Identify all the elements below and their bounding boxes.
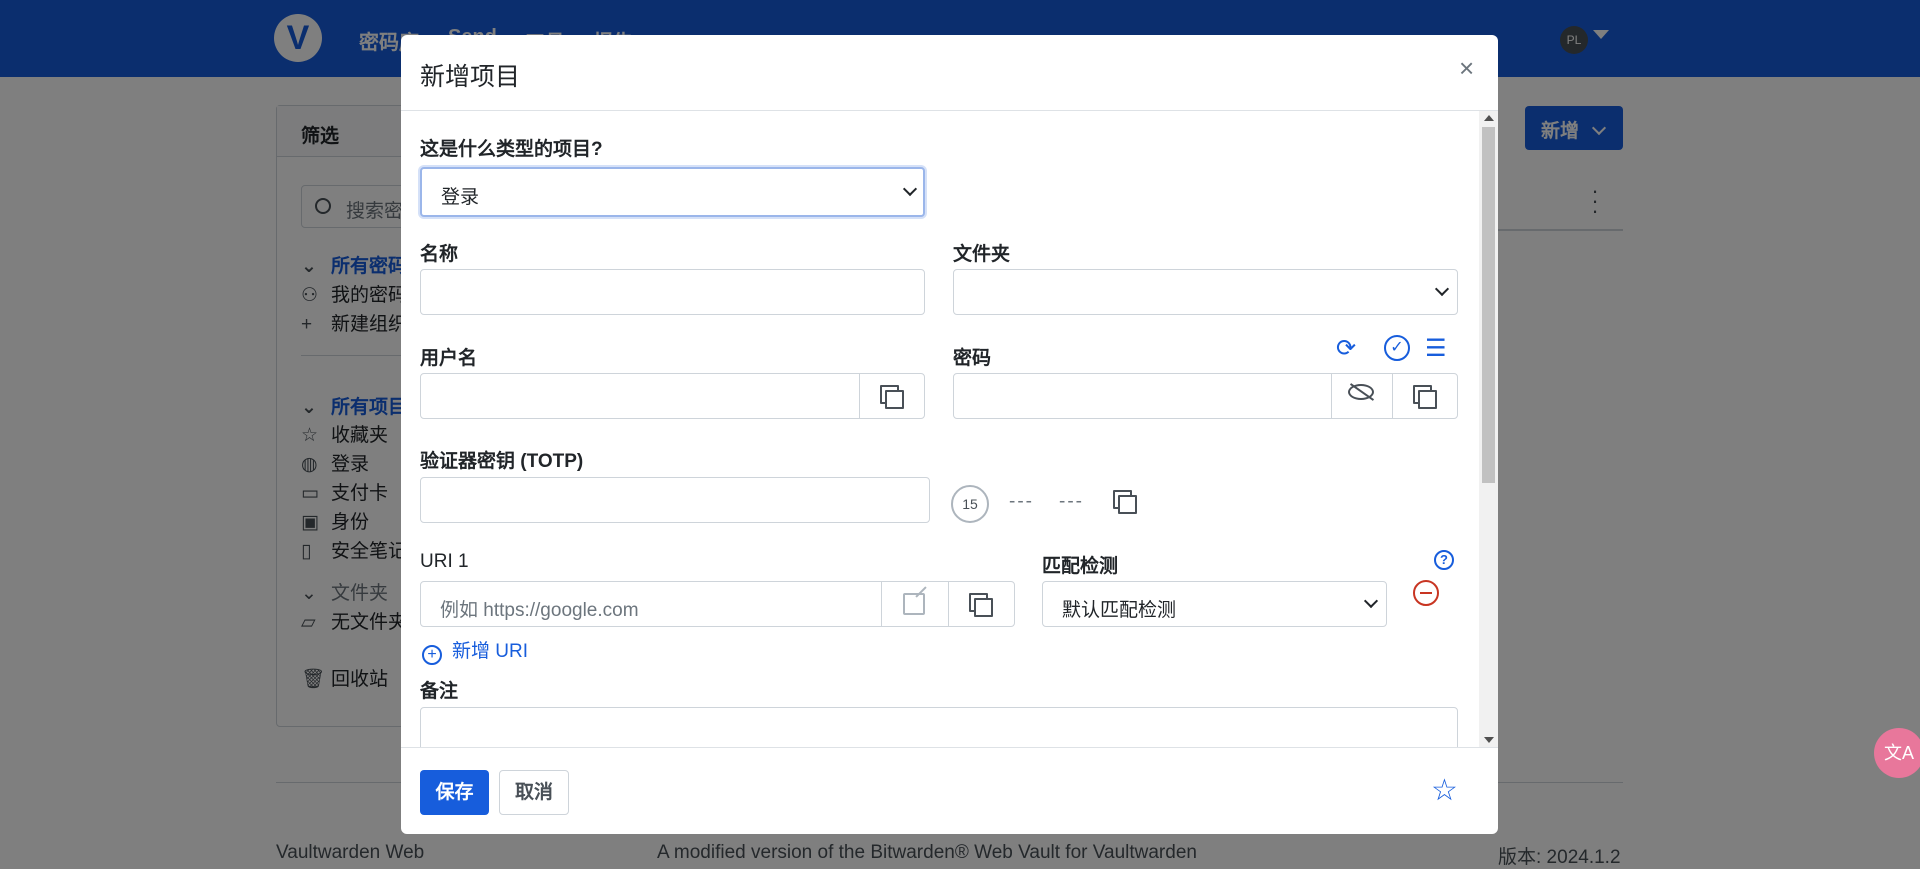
copy-uri-button[interactable] — [948, 582, 1015, 626]
scroll-up-arrow[interactable] — [1484, 115, 1494, 121]
generate-password-icon[interactable]: ⟳ — [1336, 335, 1356, 363]
dialog-body: 这是什么类型的项目? 登录 名称 文件夹 用户名 密码 ⟳ ✓ ☰ 验证器密钥 … — [401, 111, 1498, 747]
name-label: 名称 — [420, 244, 459, 265]
copy-totp-icon[interactable] — [1113, 490, 1137, 514]
totp-code-part1: --- — [1009, 491, 1034, 512]
scroll-down-arrow[interactable] — [1484, 737, 1494, 743]
username-label: 用户名 — [420, 348, 478, 369]
match-detection-select[interactable]: 默认匹配检测 — [1042, 581, 1387, 627]
uri-label: URI 1 — [420, 551, 469, 572]
password-input[interactable] — [953, 373, 1458, 419]
match-detection-label: 匹配检测 — [1042, 556, 1119, 577]
notes-label: 备注 — [420, 681, 459, 702]
cancel-button[interactable]: 取消 — [499, 770, 569, 815]
notes-textarea[interactable] — [420, 707, 1458, 747]
name-input[interactable] — [420, 269, 925, 315]
close-icon[interactable]: × — [1459, 53, 1474, 83]
external-link-icon — [903, 593, 925, 615]
password-label: 密码 — [953, 348, 992, 369]
divider — [401, 747, 1498, 748]
password-history-icon[interactable]: ☰ — [1425, 335, 1447, 363]
chevron-down-icon — [902, 181, 918, 197]
translate-icon[interactable]: 文A — [1874, 728, 1920, 778]
copy-username-button[interactable] — [859, 374, 925, 418]
remove-uri-icon[interactable] — [1413, 580, 1439, 606]
dialog-title: 新增项目 — [420, 63, 521, 91]
item-type-select[interactable]: 登录 — [420, 167, 925, 217]
toggle-password-visibility-button[interactable] — [1331, 374, 1392, 418]
totp-label: 验证器密钥 (TOTP) — [420, 451, 584, 472]
copy-icon — [880, 385, 904, 409]
copy-icon — [969, 593, 993, 617]
totp-code-part2: --- — [1059, 491, 1084, 512]
folder-select[interactable] — [953, 269, 1458, 315]
help-icon[interactable]: ? — [1434, 550, 1454, 570]
type-label: 这是什么类型的项目? — [420, 139, 603, 160]
favorite-star-icon[interactable]: ☆ — [1431, 773, 1458, 809]
copy-password-button[interactable] — [1392, 374, 1458, 418]
chevron-down-icon — [1363, 593, 1379, 609]
add-item-dialog: 新增项目 × 这是什么类型的项目? 登录 名称 文件夹 用户名 密码 ⟳ ✓ ☰… — [401, 35, 1498, 834]
uri-input[interactable]: 例如 https://google.com — [420, 581, 1015, 627]
scroll-thumb[interactable] — [1482, 127, 1495, 483]
username-input[interactable] — [420, 373, 925, 419]
add-uri-button[interactable]: + 新增 URI — [422, 636, 528, 665]
totp-timer: 15 — [951, 485, 989, 523]
dialog-scrollbar[interactable] — [1479, 111, 1498, 747]
chevron-down-icon — [1434, 281, 1450, 297]
folder-label: 文件夹 — [953, 244, 1011, 265]
copy-icon — [1413, 385, 1437, 409]
save-button[interactable]: 保存 — [420, 770, 489, 815]
plus-circle-icon: + — [422, 645, 442, 665]
totp-input[interactable] — [420, 477, 930, 523]
launch-uri-button[interactable] — [881, 582, 948, 626]
check-password-icon[interactable]: ✓ — [1384, 335, 1410, 361]
